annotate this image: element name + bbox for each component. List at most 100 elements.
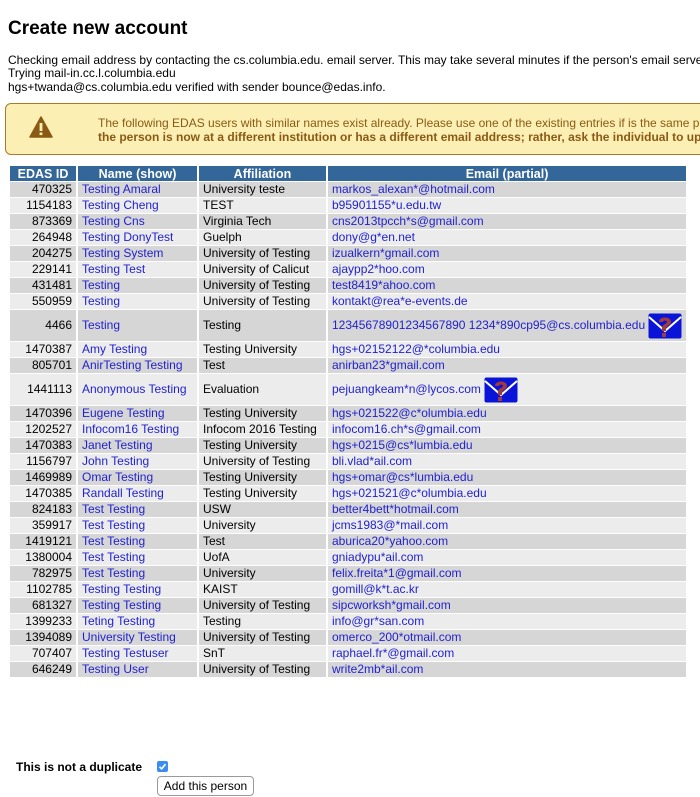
name-cell: Testing Amaral bbox=[78, 182, 197, 198]
user-name-link[interactable]: Anonymous Testing bbox=[82, 382, 187, 396]
email-cell: izualkern*gmail.com bbox=[328, 246, 687, 262]
email-link[interactable]: gomill@k*t.ac.kr bbox=[332, 582, 419, 596]
edas-id-cell: 805701 bbox=[10, 358, 76, 374]
affiliation-cell: Infocom 2016 Testing bbox=[199, 422, 326, 438]
user-name-link[interactable]: Amy Testing bbox=[82, 342, 147, 356]
unverified-email-icon[interactable] bbox=[648, 313, 682, 339]
email-link[interactable]: pejuangkeam*n@lycos.com bbox=[332, 382, 481, 396]
name-cell: Testing Cheng bbox=[78, 198, 197, 214]
user-name-link[interactable]: University Testing bbox=[82, 630, 176, 644]
email-link[interactable]: felix.freita*1@gmail.com bbox=[332, 566, 462, 580]
user-name-link[interactable]: Omar Testing bbox=[82, 470, 153, 484]
user-name-link[interactable]: Test Testing bbox=[82, 502, 145, 516]
table-row: 1470396 Eugene Testing Testing University h… bbox=[10, 406, 687, 422]
user-name-link[interactable]: Test Testing bbox=[82, 566, 145, 580]
email-link[interactable]: hgs+0215@cs*lumbia.edu bbox=[332, 438, 473, 452]
email-link[interactable]: markos_alexan*@hotmail.com bbox=[332, 182, 495, 196]
email-link[interactable]: bli.vlad*ail.com bbox=[332, 454, 412, 468]
name-cell: Test Testing bbox=[78, 518, 197, 534]
email-link[interactable]: hgs+021522@c*olumbia.edu bbox=[332, 406, 487, 420]
add-person-button[interactable]: Add this person bbox=[157, 776, 254, 796]
email-link[interactable]: hgs+02152122@*columbia.edu bbox=[332, 342, 500, 356]
email-link[interactable]: kontakt@rea*e-events.de bbox=[332, 294, 468, 308]
user-name-link[interactable]: Test Testing bbox=[82, 518, 145, 532]
email-link[interactable]: better4bett*hotmail.com bbox=[332, 502, 459, 516]
name-cell: Testing Testing bbox=[78, 582, 197, 598]
column-header-edas-id[interactable]: EDAS ID bbox=[10, 166, 76, 182]
name-cell: Testing bbox=[78, 294, 197, 310]
name-cell: Infocom16 Testing bbox=[78, 422, 197, 438]
email-link[interactable]: 12345678901234567890 1234*890cp95@cs.col… bbox=[332, 318, 645, 332]
user-name-link[interactable]: Testing Cns bbox=[82, 214, 145, 228]
table-row: 1399233 Teting Testing Testing info@gr*san.… bbox=[10, 614, 687, 630]
email-link[interactable]: hgs+021521@c*olumbia.edu bbox=[332, 486, 487, 500]
email-cell: markos_alexan*@hotmail.com bbox=[328, 182, 687, 198]
email-link[interactable]: test8419*ahoo.com bbox=[332, 278, 435, 292]
user-name-link[interactable]: John Testing bbox=[82, 454, 149, 468]
column-header-email[interactable]: Email (partial) bbox=[328, 166, 687, 182]
email-link[interactable]: info@gr*san.com bbox=[332, 614, 424, 628]
user-name-link[interactable]: Testing DonyTest bbox=[82, 230, 173, 244]
affiliation-cell: Test bbox=[199, 534, 326, 550]
email-cell: pejuangkeam*n@lycos.com bbox=[328, 374, 687, 406]
user-name-link[interactable]: Testing Test bbox=[82, 262, 145, 276]
email-link[interactable]: sipcworksh*gmail.com bbox=[332, 598, 451, 612]
email-link[interactable]: infocom16.ch*s@gmail.com bbox=[332, 422, 481, 436]
email-link[interactable]: omerco_200*otmail.com bbox=[332, 630, 461, 644]
name-cell: Testing Cns bbox=[78, 214, 197, 230]
email-cell: hgs+021521@c*olumbia.edu bbox=[328, 486, 687, 502]
email-cell: dony@g*en.net bbox=[328, 230, 687, 246]
affiliation-cell: Testing University bbox=[199, 342, 326, 358]
email-cell: hgs+0215@cs*lumbia.edu bbox=[328, 438, 687, 454]
not-duplicate-checkbox[interactable] bbox=[157, 761, 168, 772]
email-cell: felix.freita*1@gmail.com bbox=[328, 566, 687, 582]
table-row: 707407 Testing Testuser SnT raphael.fr*@gma… bbox=[10, 646, 687, 662]
status-message-trying: Trying mail-in.cc.l.columbia.edu bbox=[8, 66, 176, 80]
user-name-link[interactable]: Testing Testing bbox=[82, 582, 161, 596]
edas-id-cell: 1156797 bbox=[10, 454, 76, 470]
email-link[interactable]: cns2013tpcch*s@gmail.com bbox=[332, 214, 484, 228]
edas-id-cell: 1154183 bbox=[10, 198, 76, 214]
edas-id-cell: 1102785 bbox=[10, 582, 76, 598]
user-name-link[interactable]: Teting Testing bbox=[82, 614, 155, 628]
user-name-link[interactable]: Infocom16 Testing bbox=[82, 422, 179, 436]
user-name-link[interactable]: AnirTesting Testing bbox=[82, 358, 183, 372]
column-header-name[interactable]: Name (show) bbox=[78, 166, 197, 182]
user-name-link[interactable]: Test Testing bbox=[82, 534, 145, 548]
user-name-link[interactable]: Randall Testing bbox=[82, 486, 164, 500]
email-link[interactable]: gniadypu*ail.com bbox=[332, 550, 423, 564]
user-name-link[interactable]: Testing Testuser bbox=[82, 646, 169, 660]
email-cell: write2mb*ail.com bbox=[328, 662, 687, 678]
user-name-link[interactable]: Testing User bbox=[82, 662, 149, 676]
table-row: 824183 Test Testing USW better4bett*hotmail… bbox=[10, 502, 687, 518]
user-name-link[interactable]: Testing Amaral bbox=[82, 182, 161, 196]
affiliation-cell: KAIST bbox=[199, 582, 326, 598]
email-link[interactable]: aburica20*yahoo.com bbox=[332, 534, 448, 548]
email-link[interactable]: raphael.fr*@gmail.com bbox=[332, 646, 454, 660]
user-name-link[interactable]: Testing bbox=[82, 294, 120, 308]
edas-id-cell: 359917 bbox=[10, 518, 76, 534]
email-link[interactable]: b95901155*u.edu.tw bbox=[332, 198, 441, 212]
email-link[interactable]: ajaypp2*hoo.com bbox=[332, 262, 425, 276]
status-message-verified: hgs+twanda@cs.columbia.edu verified with… bbox=[8, 80, 386, 94]
user-name-link[interactable]: Testing System bbox=[82, 246, 163, 260]
user-name-link[interactable]: Janet Testing bbox=[82, 438, 153, 452]
unverified-email-icon[interactable] bbox=[484, 377, 518, 403]
user-name-link[interactable]: Testing Cheng bbox=[82, 198, 159, 212]
email-link[interactable]: izualkern*gmail.com bbox=[332, 246, 439, 260]
user-name-link[interactable]: Testing Testing bbox=[82, 598, 161, 612]
email-link[interactable]: hgs+omar@cs*lumbia.edu bbox=[332, 470, 473, 484]
email-link[interactable]: dony@g*en.net bbox=[332, 230, 415, 244]
email-link[interactable]: write2mb*ail.com bbox=[332, 662, 423, 676]
user-name-link[interactable]: Testing bbox=[82, 278, 120, 292]
user-name-link[interactable]: Test Testing bbox=[82, 550, 145, 564]
edas-id-cell: 1470385 bbox=[10, 486, 76, 502]
email-link[interactable]: anirban23*gmail.com bbox=[332, 358, 445, 372]
email-link[interactable]: jcms1983@*mail.com bbox=[332, 518, 448, 532]
affiliation-cell: Testing bbox=[199, 614, 326, 630]
user-name-link[interactable]: Eugene Testing bbox=[82, 406, 165, 420]
column-header-affiliation[interactable]: Affiliation bbox=[199, 166, 326, 182]
affiliation-cell: University of Testing bbox=[199, 278, 326, 294]
user-name-link[interactable]: Testing bbox=[82, 318, 120, 332]
table-row: 1202527 Infocom16 Testing Infocom 2016 Tes… bbox=[10, 422, 687, 438]
